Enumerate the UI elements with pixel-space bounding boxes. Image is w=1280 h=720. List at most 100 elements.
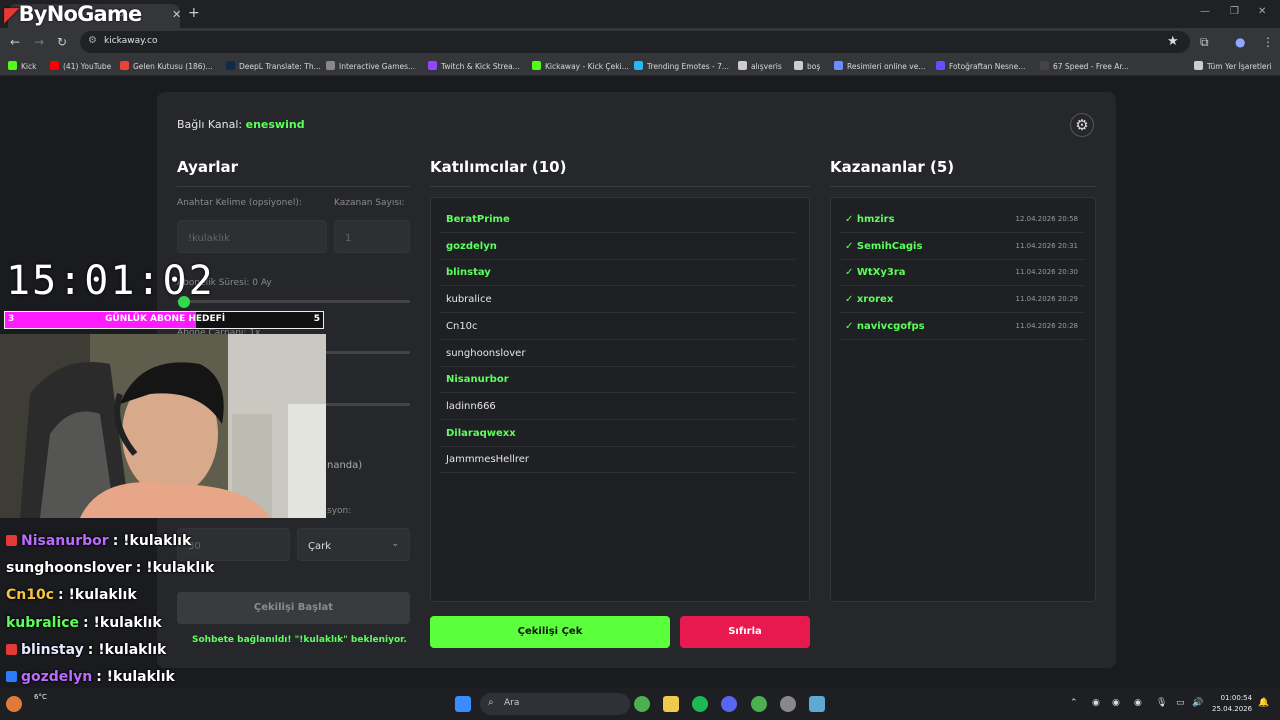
bookmark-label: Trending Emotes - 7... (647, 62, 730, 71)
bookmark-star-icon[interactable]: ★ (1167, 34, 1179, 49)
chat-username: Nisanurbor (21, 533, 109, 549)
maximize-icon[interactable]: ❐ (1230, 6, 1239, 17)
keyword-input[interactable]: !kulaklık (177, 220, 327, 253)
weather-icon[interactable] (6, 696, 22, 712)
close-tab-icon[interactable]: ✕ (172, 8, 181, 21)
winner-count-input[interactable]: 1 (334, 220, 410, 253)
app-icon[interactable] (809, 696, 825, 712)
bookmark-item[interactable]: Resimleri online ve... (834, 61, 926, 71)
winner-row: ✓ navivcgofps 11.04.2026 20:28 (839, 313, 1084, 340)
bookmark-item[interactable]: Tüm Yer İşaretleri (1194, 61, 1272, 71)
spotify-icon[interactable] (692, 696, 708, 712)
start-giveaway-button[interactable]: Çekilişi Başlat (177, 592, 410, 624)
obs-icon[interactable] (780, 696, 796, 712)
connection-status: Sohbete bağlanıldı! "!kulaklık" bekleniy… (192, 635, 407, 645)
back-icon[interactable]: ← (10, 35, 20, 49)
taskbar-search[interactable]: ⌕ Ara (480, 693, 630, 715)
chat-line: sunghoonslover: !kulaklık (6, 560, 214, 576)
participant-row: Dilaraqwexx (439, 420, 795, 447)
bookmark-label: DeepL Translate: Th... (239, 62, 321, 71)
tray-steam-icon[interactable]: ◉ (1134, 698, 1142, 708)
bookmark-item[interactable]: Fotoğraftan Nesne... (936, 61, 1025, 71)
bookmark-item[interactable]: Kick (8, 61, 36, 71)
minimize-icon[interactable]: — (1200, 6, 1210, 17)
participants-list: BeratPrime gozdelyn blinstay kubralice Cn10c… (430, 197, 810, 602)
chat-line: gozdelyn: !kulaklık (6, 669, 175, 685)
reset-button[interactable]: Sıfırla (680, 616, 810, 648)
divider (830, 186, 1096, 187)
bookmark-icon (428, 61, 437, 70)
participant-row: BeratPrime (439, 206, 795, 233)
channel-label: Bağlı Kanal: (177, 118, 243, 131)
logo-text: ByNoGame (18, 2, 143, 26)
bookmark-item[interactable]: Trending Emotes - 7... (634, 61, 729, 71)
channel-name: eneswind (245, 118, 305, 131)
network-icon[interactable]: ▭ (1176, 698, 1185, 708)
winner-row: ✓ xrorex 11.04.2026 20:29 (839, 286, 1084, 314)
new-tab-icon[interactable]: + (188, 5, 200, 21)
windows-start-icon[interactable] (455, 696, 471, 712)
bookmark-icon (794, 61, 803, 70)
taskbar-date: 25.04.2026 (1212, 705, 1253, 713)
tab-bar: ıcı ✕ + — ❐ ✕ (0, 0, 1280, 28)
winner-date: 12.04.2026 20:58 (1015, 215, 1078, 223)
bookmark-item[interactable]: 67 Speed - Free Ar... (1040, 61, 1129, 71)
divider (177, 186, 410, 187)
forward-icon[interactable]: → (34, 35, 44, 49)
sub-goal-bar: 3 GÜNLÜK ABONE HEDEFİ 5 (4, 311, 324, 329)
bookmark-item[interactable]: Interactive Games... (326, 61, 415, 71)
bookmark-label: (41) YouTube (63, 62, 112, 71)
chat-username: blinstay (21, 641, 84, 658)
animation-label: syon: (327, 506, 352, 516)
duration-input[interactable]: 30 (177, 528, 290, 561)
chat-message: : !kulaklık (83, 614, 162, 631)
site-info-icon[interactable]: ⚙ (88, 35, 97, 46)
chat-line: kubralice: !kulaklık (6, 615, 162, 631)
bookmark-item[interactable]: DeepL Translate: Th... (226, 61, 321, 71)
volume-icon[interactable]: 🔊 (1192, 698, 1203, 708)
winner-name: ✓ hmzirs (845, 214, 895, 225)
settings-gear-icon[interactable]: ⚙ (1070, 113, 1094, 137)
settings-title: Ayarlar (177, 158, 239, 176)
bookmark-item[interactable]: Kickaway - Kick Çeki... (532, 61, 629, 71)
bookmark-item[interactable]: Gelen Kutusu (186)... (120, 61, 213, 71)
winners-list: ✓ hmzirs 12.04.2026 20:58 ✓ SemihCagis 11.0… (830, 197, 1096, 602)
bookmark-icon (326, 61, 335, 70)
chrome-active-icon[interactable] (751, 696, 767, 712)
bookmark-label: Kickaway - Kick Çeki... (545, 62, 629, 71)
notification-bell-icon[interactable]: 🔔 (1258, 698, 1269, 708)
divider (430, 186, 810, 187)
address-bar: ← → ↻ ⚙ kickaway.co ★ ⧉ ● ⋮ (0, 28, 1280, 56)
menu-icon[interactable]: ⋮ (1262, 35, 1274, 49)
bookmark-item[interactable]: alışveris (738, 61, 782, 71)
bookmark-item[interactable]: boş (794, 61, 820, 71)
profile-icon[interactable]: ● (1235, 35, 1245, 49)
winner-name: ✓ WtXy3ra (845, 267, 906, 279)
bookmark-label: 67 Speed - Free Ar... (1053, 62, 1129, 71)
sub-goal-title: GÜNLÜK ABONE HEDEFİ (105, 314, 226, 324)
taskbar-clock[interactable]: 01:00:54 25.04.2026 (1212, 693, 1252, 715)
mode-select[interactable]: Çark ⌄ (297, 528, 410, 561)
file-explorer-icon[interactable] (663, 696, 679, 712)
microphone-icon[interactable]: 🎙 (1156, 698, 1167, 708)
chrome-icon[interactable] (634, 696, 650, 712)
extensions-icon[interactable]: ⧉ (1200, 35, 1209, 50)
bookmark-icon (120, 61, 129, 70)
tray-spotify-icon[interactable]: ◉ (1112, 698, 1120, 708)
tray-discord-icon[interactable]: ◉ (1092, 698, 1100, 708)
chat-message: : !kulaklık (96, 669, 175, 685)
bookmark-item[interactable]: (41) YouTube (50, 61, 111, 71)
winner-date: 11.04.2026 20:29 (1015, 295, 1078, 304)
chat-username: Cn10c (6, 587, 55, 604)
bookmark-label: Kick (21, 62, 37, 71)
chat-username: kubralice (6, 614, 80, 631)
bookmark-icon (634, 61, 643, 70)
discord-icon[interactable] (721, 696, 737, 712)
bookmark-item[interactable]: Twitch & Kick Strea... (428, 61, 520, 71)
draw-button[interactable]: Çekilişi Çek (430, 616, 670, 648)
omnibox[interactable]: ⚙ kickaway.co ★ (80, 31, 1190, 53)
tray-chevron-icon[interactable]: ⌃ (1070, 698, 1078, 708)
close-window-icon[interactable]: ✕ (1258, 6, 1266, 17)
bookmark-label: Resimleri online ve... (847, 62, 926, 71)
reload-icon[interactable]: ↻ (57, 35, 67, 49)
